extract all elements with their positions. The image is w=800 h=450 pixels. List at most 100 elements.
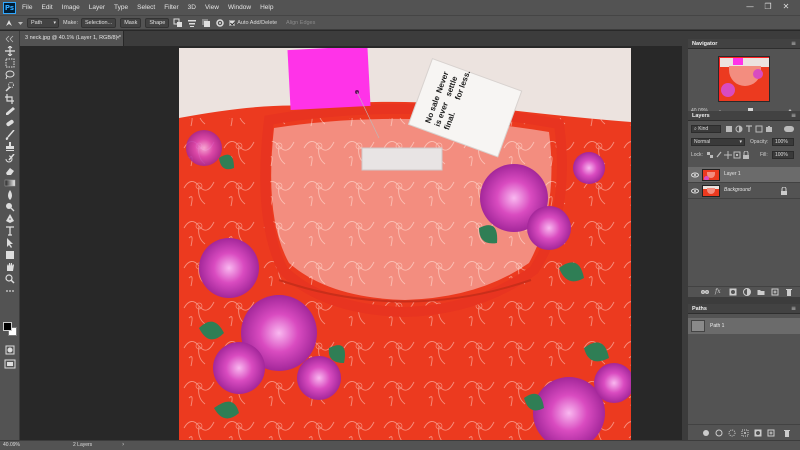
add-mask-icon[interactable] (729, 288, 737, 296)
lock-pixels-icon[interactable] (715, 151, 723, 159)
menu-help[interactable]: Help (260, 4, 273, 11)
screen-mode-icon[interactable] (4, 359, 16, 369)
menu-type[interactable]: Type (114, 4, 128, 11)
layer-filter-select[interactable]: ⌕ Kind (691, 125, 721, 133)
load-path-as-selection-icon[interactable] (728, 429, 736, 437)
panel-menu-icon[interactable]: ≡ (790, 40, 797, 47)
move-tool-icon[interactable] (4, 46, 16, 56)
filter-toggle-switch[interactable] (784, 126, 794, 132)
rectangle-tool-icon[interactable] (4, 250, 16, 260)
path-selection-tool-icon[interactable] (4, 238, 16, 248)
crop-tool-icon[interactable] (4, 94, 16, 104)
stroke-path-icon[interactable] (715, 429, 723, 437)
pen-tool-icon[interactable] (4, 214, 16, 224)
chevron-right-icon[interactable]: › (122, 441, 124, 448)
layer-row-background[interactable]: Background (688, 183, 800, 199)
opacity-field[interactable]: 100% (772, 138, 794, 146)
status-zoom[interactable]: 40.09% (3, 442, 20, 448)
menu-file[interactable]: File (22, 4, 32, 11)
gear-icon[interactable] (215, 18, 225, 28)
tool-mode-select[interactable]: Path ▾ (27, 17, 59, 28)
make-mask-button[interactable]: Mask (120, 17, 142, 28)
filter-type-icon[interactable] (745, 125, 753, 133)
clone-stamp-tool-icon[interactable] (4, 142, 16, 152)
path-operations-icon[interactable] (173, 18, 183, 28)
brush-tool-icon[interactable] (4, 130, 16, 140)
panel-menu-icon[interactable]: ≡ (790, 305, 797, 312)
layer-name[interactable]: Background (724, 187, 751, 193)
path-arrangement-icon[interactable] (201, 18, 211, 28)
document-tab[interactable]: 3 neck.jpg @ 40.1% (Layer 1, RGB/8) * ✕ (20, 31, 124, 46)
gradient-tool-icon[interactable] (4, 178, 16, 188)
hand-tool-icon[interactable] (4, 262, 16, 272)
trash-icon[interactable] (785, 288, 793, 296)
fill-path-icon[interactable] (702, 429, 710, 437)
menu-select[interactable]: Select (137, 4, 155, 11)
layers-panel-title[interactable]: Layers (688, 111, 800, 121)
new-group-icon[interactable] (757, 288, 765, 296)
lock-transparency-icon[interactable] (706, 151, 714, 159)
path-alignment-icon[interactable] (187, 18, 197, 28)
filter-pixel-icon[interactable] (725, 125, 733, 133)
menu-3d[interactable]: 3D (188, 4, 196, 11)
layer-name[interactable]: Layer 1 (724, 171, 741, 177)
foreground-color-swatch-front[interactable] (3, 322, 12, 331)
chevron-down-icon[interactable] (18, 18, 23, 28)
restore-button[interactable]: ❐ (762, 1, 774, 13)
make-work-path-icon[interactable] (741, 429, 749, 437)
navigator-thumbnail[interactable] (718, 56, 770, 102)
make-selection-button[interactable]: Selection... (80, 17, 117, 28)
more-tools-icon[interactable] (4, 286, 16, 296)
healing-brush-tool-icon[interactable] (4, 118, 16, 128)
navigator-panel-title[interactable]: Navigator (688, 39, 800, 49)
path-name[interactable]: Path 1 (710, 323, 724, 329)
menu-edit[interactable]: Edit (41, 4, 52, 11)
type-tool-icon[interactable] (4, 226, 16, 236)
history-brush-tool-icon[interactable] (4, 154, 16, 164)
eyedropper-tool-icon[interactable] (4, 106, 16, 116)
quick-selection-tool-icon[interactable] (4, 82, 16, 92)
lock-position-icon[interactable] (724, 151, 732, 159)
fill-field[interactable]: 100% (772, 151, 794, 159)
path-row[interactable]: Path 1 (688, 318, 800, 334)
blend-mode-select[interactable]: Normal ▾ (691, 138, 745, 146)
menu-image[interactable]: Image (62, 4, 80, 11)
zoom-tool-icon[interactable] (4, 274, 16, 284)
make-shape-button[interactable]: Shape (145, 17, 170, 28)
lock-artboard-icon[interactable] (733, 151, 741, 159)
add-mask-icon[interactable] (754, 429, 762, 437)
filter-adjustment-icon[interactable] (735, 125, 743, 133)
filter-shape-icon[interactable] (755, 125, 763, 133)
pen-tool-preset-icon[interactable] (4, 18, 14, 28)
marquee-tool-icon[interactable] (4, 58, 16, 68)
collapse-toolbar-icon[interactable] (4, 34, 16, 44)
lasso-tool-icon[interactable] (4, 70, 16, 80)
blur-tool-icon[interactable] (4, 190, 16, 200)
dodge-tool-icon[interactable] (4, 202, 16, 212)
trash-icon[interactable] (783, 429, 791, 437)
new-layer-icon[interactable] (771, 288, 779, 296)
lock-all-icon[interactable] (742, 151, 750, 159)
new-path-icon[interactable] (767, 429, 775, 437)
close-tab-icon[interactable]: ✕ (116, 31, 120, 46)
menu-filter[interactable]: Filter (164, 4, 178, 11)
filter-smart-object-icon[interactable] (765, 125, 773, 133)
paths-panel-title[interactable]: Paths (688, 304, 800, 314)
eye-icon[interactable] (691, 171, 699, 179)
eraser-tool-icon[interactable] (4, 166, 16, 176)
canvas-area[interactable]: No sale is ever final. Never settle for … (20, 46, 682, 440)
eye-icon[interactable] (691, 187, 699, 195)
link-layers-icon[interactable] (701, 288, 709, 296)
minimize-button[interactable]: — (744, 1, 756, 13)
menu-layer[interactable]: Layer (89, 4, 105, 11)
close-button[interactable]: ✕ (780, 1, 792, 13)
adjustment-layer-icon[interactable] (743, 288, 751, 296)
auto-add-delete-checkbox[interactable] (229, 19, 236, 26)
layer-row-layer-1[interactable]: Layer 1 (688, 167, 800, 183)
quick-mask-icon[interactable] (4, 345, 16, 355)
menu-view[interactable]: View (205, 4, 219, 11)
document-canvas[interactable]: No sale is ever final. Never settle for … (179, 48, 631, 440)
menu-window[interactable]: Window (228, 4, 251, 11)
panel-menu-icon[interactable]: ≡ (790, 112, 797, 119)
layer-style-button[interactable]: fx (715, 288, 721, 295)
